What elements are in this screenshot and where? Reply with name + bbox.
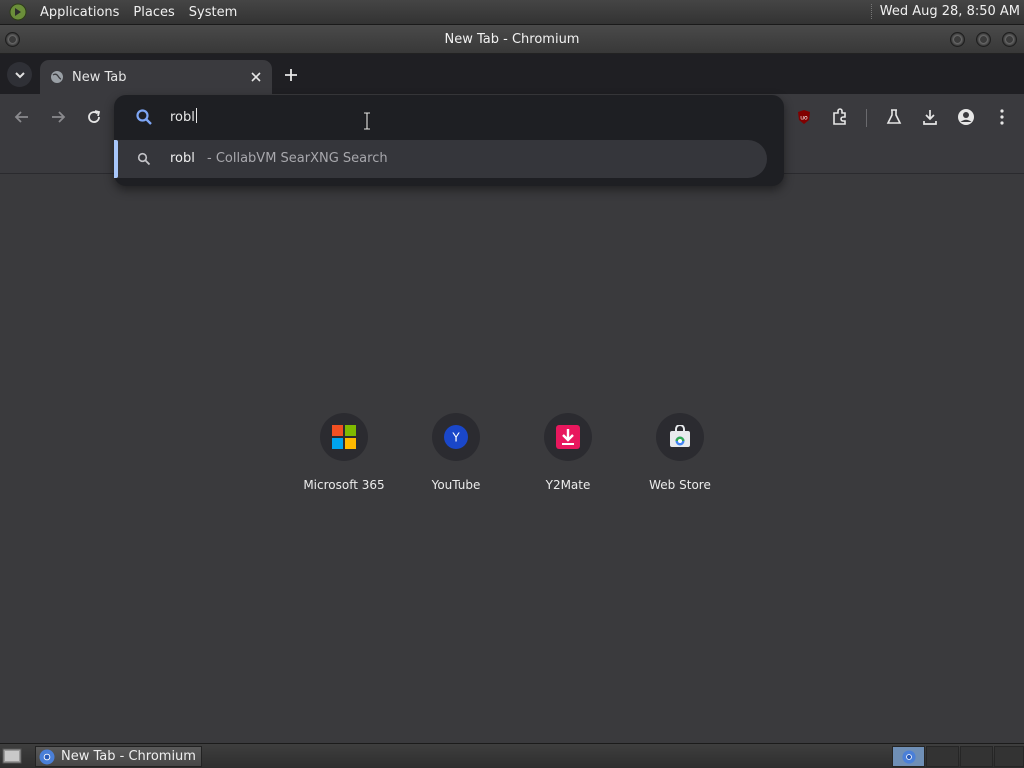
profile-button[interactable] (955, 106, 977, 128)
close-icon (251, 72, 261, 82)
tab-close-button[interactable] (248, 69, 264, 85)
minimize-button[interactable] (950, 32, 965, 47)
tab-title: New Tab (72, 69, 127, 85)
toolbar-divider (866, 109, 867, 127)
text-caret (195, 108, 197, 123)
download-icon (923, 110, 937, 125)
omnibox-popup: robl robl - CollabVM SearXNG Search (114, 95, 784, 186)
omnibox-suggestion[interactable]: robl - CollabVM SearXNG Search (114, 140, 767, 178)
close-window-button[interactable] (1002, 32, 1017, 47)
y2mate-icon (556, 425, 580, 449)
maximize-button[interactable] (976, 32, 991, 47)
taskbar-item-label: New Tab - Chromium (61, 749, 196, 764)
ublock-extension-button[interactable]: uo (793, 106, 815, 128)
menu-icon (1000, 109, 1004, 125)
youtube-letter: Y (451, 431, 460, 445)
plus-icon (285, 69, 297, 81)
web-store-icon (670, 425, 690, 447)
system-menu[interactable]: System (182, 5, 244, 20)
omnibox-input[interactable]: robl (170, 108, 197, 125)
suggestion-focus-indicator (114, 140, 118, 178)
taskbar-item-chromium[interactable]: New Tab - Chromium (35, 746, 202, 767)
tab-strip: New Tab (0, 54, 1024, 94)
back-button[interactable] (11, 106, 33, 128)
forward-button[interactable] (47, 106, 69, 128)
mate-logo-icon[interactable] (9, 3, 27, 21)
window-title: New Tab - Chromium (444, 31, 580, 47)
show-desktop-icon[interactable] (2, 747, 22, 765)
chrome-menu-button[interactable] (991, 106, 1013, 128)
chromium-icon (39, 749, 55, 764)
search-icon (137, 152, 151, 166)
ibeam-cursor-icon (364, 112, 370, 130)
reload-icon (88, 110, 101, 123)
tab-search-button[interactable] (7, 62, 32, 87)
forward-icon (52, 111, 66, 123)
svg-text:uo: uo (800, 115, 808, 122)
labs-icon (886, 109, 902, 124)
chevron-down-icon (14, 71, 25, 78)
shortcut-web-store[interactable]: Web Store (624, 413, 736, 497)
top-panel: Applications Places System Wed Aug 28, 8… (0, 0, 1024, 25)
reload-button[interactable] (83, 106, 105, 128)
shortcut-tile (320, 413, 368, 461)
places-menu[interactable]: Places (126, 5, 181, 20)
back-icon (14, 111, 28, 123)
window-menu-button[interactable] (5, 32, 20, 47)
new-tab-button[interactable] (281, 65, 301, 85)
labs-button[interactable] (883, 106, 905, 128)
extensions-button[interactable] (829, 106, 851, 128)
panel-clock[interactable]: Wed Aug 28, 8:50 AM (870, 4, 1020, 19)
shortcut-label: Microsoft 365 (303, 478, 385, 492)
workspace-1[interactable] (892, 746, 925, 767)
shortcut-label: Web Store (649, 478, 711, 492)
extensions-icon (833, 108, 846, 125)
workspace-2[interactable] (926, 746, 959, 767)
omnibox-input-text: robl (170, 110, 195, 125)
shortcut-tile (544, 413, 592, 461)
shortcut-label: Y2Mate (545, 478, 591, 492)
tab-new-tab[interactable]: New Tab (40, 60, 272, 94)
shortcut-youtube[interactable]: Y YouTube (400, 413, 512, 497)
suggestion-source: - CollabVM SearXNG Search (207, 151, 388, 166)
shortcut-label: YouTube (431, 478, 481, 492)
chromium-icon (902, 750, 916, 764)
shortcut-y2mate[interactable]: Y2Mate (512, 413, 624, 497)
youtube-icon: Y (444, 425, 468, 449)
globe-icon (51, 71, 63, 83)
bottom-taskbar: New Tab - Chromium (0, 743, 1024, 768)
applications-menu[interactable]: Applications (33, 5, 126, 20)
ublock-icon: uo (798, 110, 810, 124)
suggestion-query: robl (170, 151, 195, 166)
workspace-3[interactable] (960, 746, 993, 767)
shortcut-microsoft-365[interactable]: Microsoft 365 (288, 413, 400, 497)
microsoft-365-icon (332, 425, 356, 449)
profile-icon (958, 109, 974, 125)
downloads-button[interactable] (919, 106, 941, 128)
shortcut-tile (656, 413, 704, 461)
search-icon (136, 109, 152, 125)
window-titlebar[interactable]: New Tab - Chromium (0, 25, 1024, 54)
shortcut-tile: Y (432, 413, 480, 461)
workspace-4[interactable] (994, 746, 1024, 767)
